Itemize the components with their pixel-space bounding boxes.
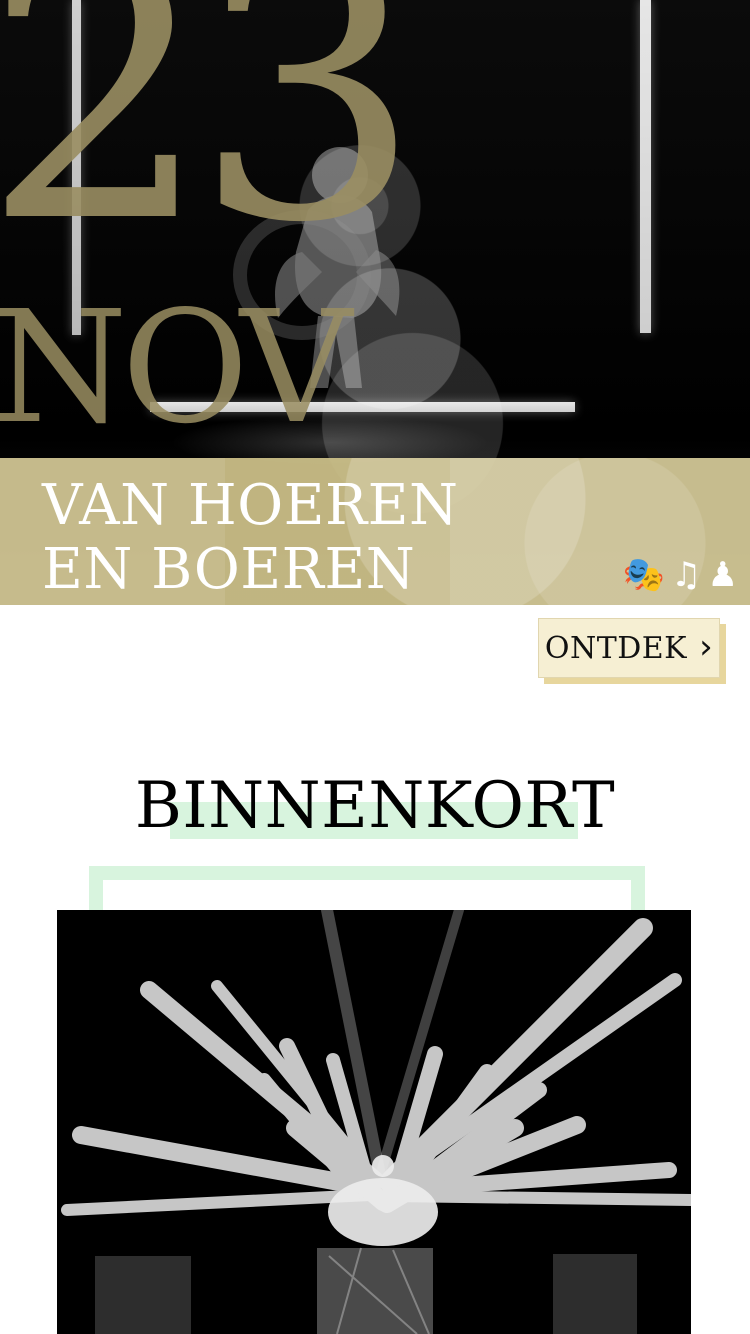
- section-title: BINNENKORT: [134, 769, 616, 843]
- theatre-masks-icon: 🎭: [622, 555, 666, 595]
- wooden-sculpture-image: [57, 910, 691, 1334]
- discover-button[interactable]: ONTDEK ›: [538, 618, 720, 678]
- dance-icon: ♟: [707, 555, 738, 595]
- hero-event[interactable]: 23 NOV VAN HOEREN EN BOEREN 🎭 ♫ ♟: [0, 0, 750, 605]
- upcoming-event-image[interactable]: [57, 910, 691, 1334]
- event-day: 23: [0, 0, 422, 301]
- upcoming-section-heading: BINNENKORT: [0, 774, 750, 844]
- upcoming-card-frame: [89, 866, 645, 910]
- discover-button-label: ONTDEK: [544, 630, 688, 666]
- event-page: 23 NOV VAN HOEREN EN BOEREN 🎭 ♫ ♟ ONTDEK…: [0, 0, 750, 1334]
- chevron-right-icon: ›: [699, 627, 714, 667]
- discover-button-wrap: ONTDEK ›: [538, 618, 728, 686]
- music-icon: ♫: [671, 555, 702, 595]
- genre-icons: 🎭 ♫ ♟: [623, 558, 738, 592]
- event-title[interactable]: VAN HOEREN EN BOEREN: [42, 474, 502, 602]
- event-month: NOV: [0, 277, 352, 458]
- stage-light-right: [640, 0, 651, 333]
